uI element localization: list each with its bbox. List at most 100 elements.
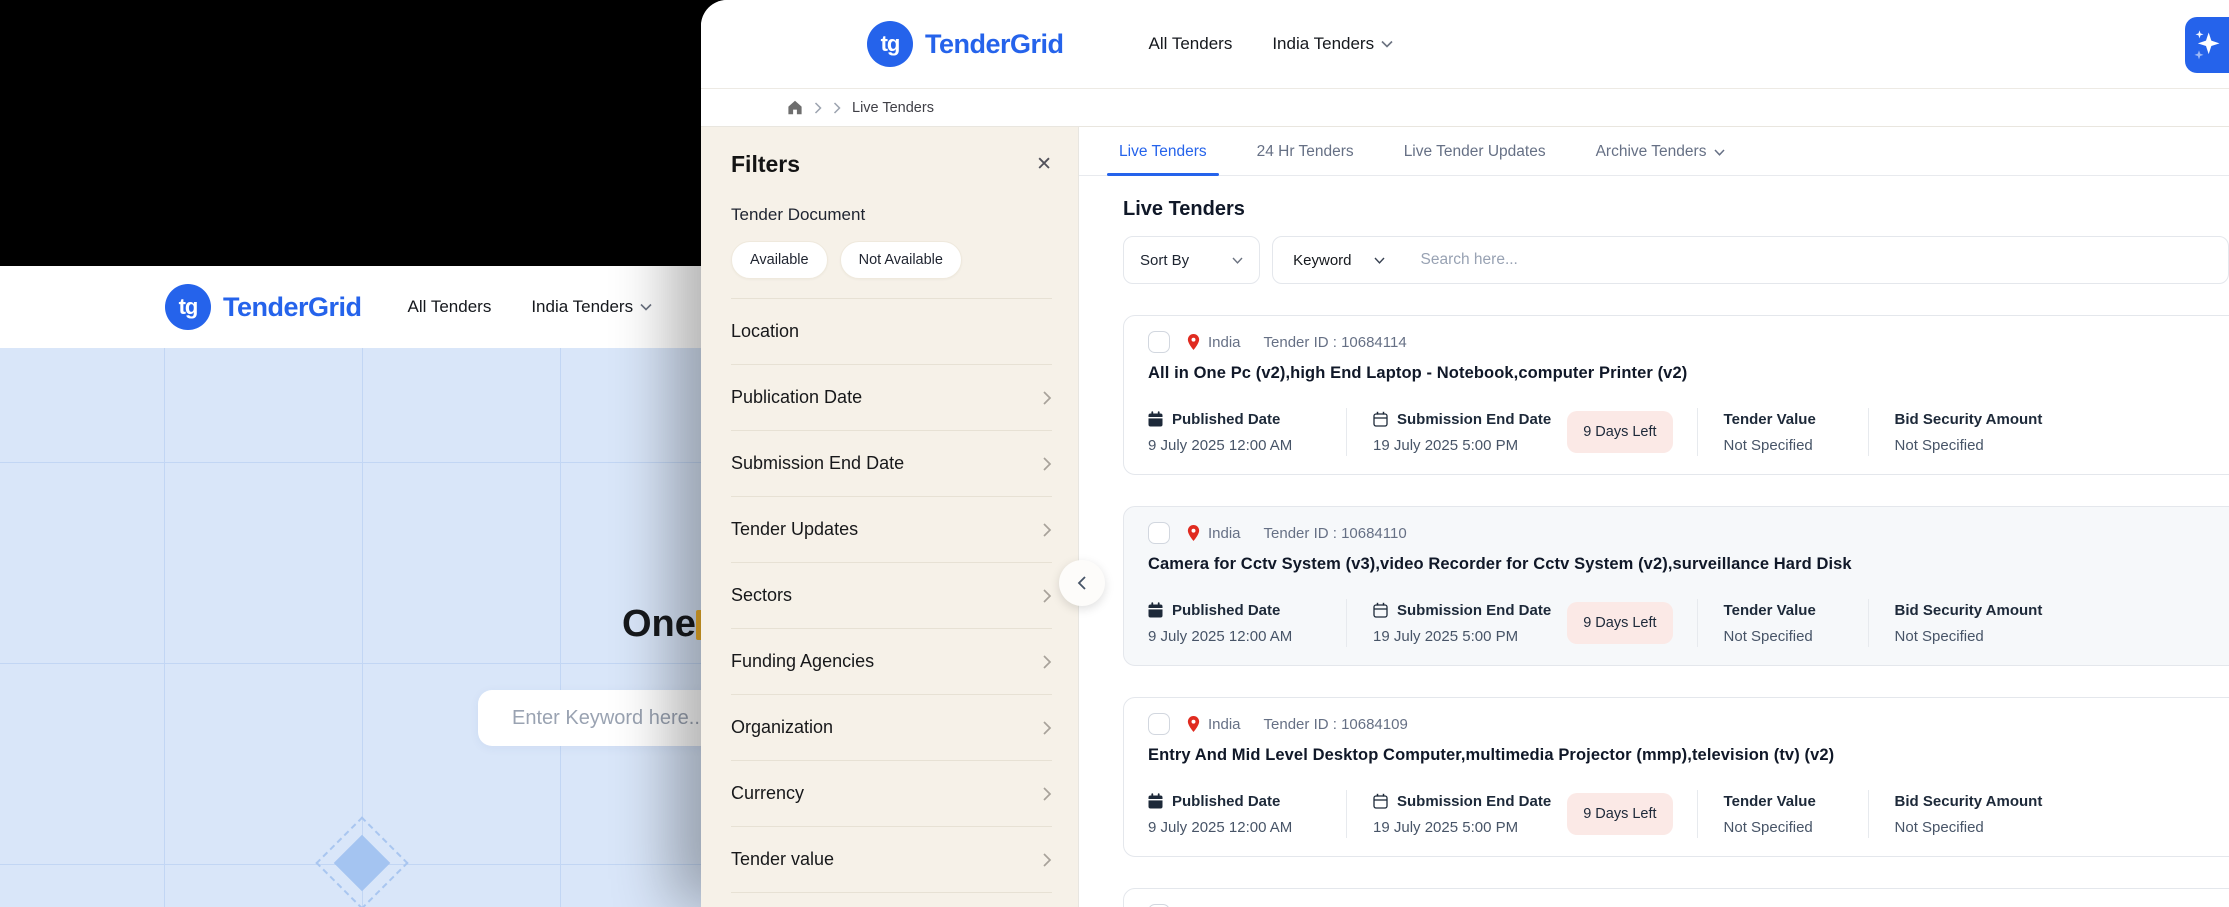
filters-title: Filters <box>731 151 800 178</box>
tender-document-label: Tender Document <box>731 205 1052 225</box>
chevron-right-icon <box>1042 390 1052 406</box>
breadcrumb-current[interactable]: Live Tenders <box>852 100 934 116</box>
chevron-down-icon <box>1374 257 1385 264</box>
submission-end-date-value: 19 July 2025 5:00 PM <box>1373 628 1551 645</box>
tender-value-label: Tender Value <box>1724 411 1816 428</box>
bid-security-label: Bid Security Amount <box>1895 793 2043 810</box>
chevron-right-icon <box>814 102 822 114</box>
tender-country: India <box>1208 334 1241 351</box>
brand-name: TenderGrid <box>223 292 362 323</box>
keyword-dropdown[interactable]: Keyword <box>1293 252 1384 269</box>
chevron-down-icon <box>1381 40 1393 48</box>
tender-card[interactable]: India Tender ID : 10684109 Entry And Mid… <box>1123 697 2229 857</box>
hero-headline: One– <box>622 603 701 646</box>
home-icon[interactable] <box>787 100 803 115</box>
filter-item-publication-date[interactable]: Publication Date <box>731 365 1052 431</box>
brand-name: TenderGrid <box>925 29 1064 60</box>
tender-checkbox[interactable] <box>1148 522 1170 544</box>
location-pin-icon <box>1186 715 1201 733</box>
tender-checkbox[interactable] <box>1148 713 1170 735</box>
published-date-value: 9 July 2025 12:00 AM <box>1148 628 1320 645</box>
close-icon[interactable]: ✕ <box>1036 155 1052 174</box>
days-left-badge: 9 Days Left <box>1567 411 1672 453</box>
tender-card[interactable]: India Tender ID : 10684114 All in One Pc… <box>1123 315 2229 475</box>
hero-keyword-input[interactable] <box>478 690 701 746</box>
published-date-label: Published Date <box>1172 602 1280 619</box>
tender-country: India <box>1208 525 1241 542</box>
submission-end-date-label: Submission End Date <box>1397 411 1551 428</box>
tender-id: Tender ID : 10684114 <box>1264 334 1407 351</box>
bid-security-label: Bid Security Amount <box>1895 602 2043 619</box>
filter-item-tender-value[interactable]: Tender value <box>731 827 1052 893</box>
nav-india-tenders[interactable]: India Tenders <box>1272 34 1393 54</box>
sort-by-dropdown[interactable]: Sort By <box>1123 236 1260 284</box>
tender-list: India Tender ID : 10684114 All in One Pc… <box>1123 315 2229 907</box>
breadcrumb: Live Tenders <box>701 89 2229 127</box>
tender-card[interactable]: India Tender ID : 10684107 <box>1123 888 2229 907</box>
tender-title[interactable]: All in One Pc (v2),high End Laptop - Not… <box>1148 364 2228 383</box>
tabs-row: Live Tenders 24 Hr Tenders Live Tender U… <box>1079 127 2229 176</box>
tender-value-value: Not Specified <box>1724 437 1834 454</box>
published-date-label: Published Date <box>1172 793 1280 810</box>
search-box: Keyword <box>1272 236 2229 284</box>
panel-nav: All Tenders India Tenders <box>1149 34 1394 54</box>
panel-body: Filters ✕ Tender Document Available Not … <box>701 127 2229 907</box>
tendergrid-logo-icon: tg <box>867 21 913 67</box>
nav-india-tenders[interactable]: India Tenders <box>531 297 652 317</box>
tender-value-value: Not Specified <box>1724 819 1834 836</box>
tender-value-label: Tender Value <box>1724 602 1816 619</box>
bid-security-value: Not Specified <box>1895 819 2043 836</box>
chevron-right-icon <box>833 102 841 114</box>
location-pin-icon <box>1186 524 1201 542</box>
filter-option-available[interactable]: Available <box>731 241 828 279</box>
background-nav: All Tenders India Tenders <box>408 297 653 317</box>
panel-header: tg TenderGrid All Tenders India Tenders <box>701 0 2229 89</box>
filter-option-not-available[interactable]: Not Available <box>840 241 962 279</box>
collapse-filters-button[interactable] <box>1059 560 1105 606</box>
search-input[interactable] <box>1421 251 2209 269</box>
screen: tg TenderGrid All Tenders India Tenders … <box>0 0 2229 907</box>
filter-item-tender-updates[interactable]: Tender Updates <box>731 497 1052 563</box>
calendar-outline-icon <box>1373 793 1388 809</box>
chevron-left-icon <box>1077 575 1087 591</box>
nav-all-tenders[interactable]: All Tenders <box>408 297 492 317</box>
tender-card[interactable]: India Tender ID : 10684110 Camera for Cc… <box>1123 506 2229 666</box>
chevron-right-icon <box>1042 588 1052 604</box>
main-content: Live Tenders 24 Hr Tenders Live Tender U… <box>1078 127 2229 907</box>
published-date-value: 9 July 2025 12:00 AM <box>1148 437 1320 454</box>
tab-24hr-tenders[interactable]: 24 Hr Tenders <box>1245 143 1366 175</box>
tab-live-tender-updates[interactable]: Live Tender Updates <box>1392 143 1558 175</box>
filter-item-currency[interactable]: Currency <box>731 761 1052 827</box>
background-header: tg TenderGrid All Tenders India Tenders <box>0 266 701 348</box>
filter-item-submission-end-date[interactable]: Submission End Date <box>731 431 1052 497</box>
tender-checkbox[interactable] <box>1148 331 1170 353</box>
filter-item-sectors[interactable]: Sectors <box>731 563 1052 629</box>
chevron-right-icon <box>1042 456 1052 472</box>
calendar-filled-icon <box>1148 411 1163 427</box>
filter-item-funding-agencies[interactable]: Funding Agencies <box>731 629 1052 695</box>
nav-all-tenders[interactable]: All Tenders <box>1149 34 1233 54</box>
days-left-badge: 9 Days Left <box>1567 602 1672 644</box>
tender-value-label: Tender Value <box>1724 793 1816 810</box>
submission-end-date-label: Submission End Date <box>1397 793 1551 810</box>
tender-country: India <box>1208 716 1241 733</box>
chevron-right-icon <box>1042 852 1052 868</box>
filter-item-organization[interactable]: Organization <box>731 695 1052 761</box>
bid-security-value: Not Specified <box>1895 628 2043 645</box>
calendar-outline-icon <box>1373 602 1388 618</box>
calendar-outline-icon <box>1373 411 1388 427</box>
submission-end-date-value: 19 July 2025 5:00 PM <box>1373 437 1551 454</box>
ai-sparkles-button[interactable] <box>2185 17 2229 73</box>
tender-title[interactable]: Camera for Cctv System (v3),video Record… <box>1148 555 2228 574</box>
tab-live-tenders[interactable]: Live Tenders <box>1107 143 1219 175</box>
filter-item-location[interactable]: Location <box>731 299 1052 365</box>
tender-title[interactable]: Entry And Mid Level Desktop Computer,mul… <box>1148 746 2228 765</box>
tender-id: Tender ID : 10684109 <box>1264 716 1408 733</box>
calendar-filled-icon <box>1148 602 1163 618</box>
background-hero: One– <box>0 348 701 907</box>
tab-archive-tenders[interactable]: Archive Tenders <box>1584 143 1738 175</box>
bid-security-value: Not Specified <box>1895 437 2043 454</box>
published-date-label: Published Date <box>1172 411 1280 428</box>
published-date-value: 9 July 2025 12:00 AM <box>1148 819 1320 836</box>
days-left-badge: 9 Days Left <box>1567 793 1672 835</box>
